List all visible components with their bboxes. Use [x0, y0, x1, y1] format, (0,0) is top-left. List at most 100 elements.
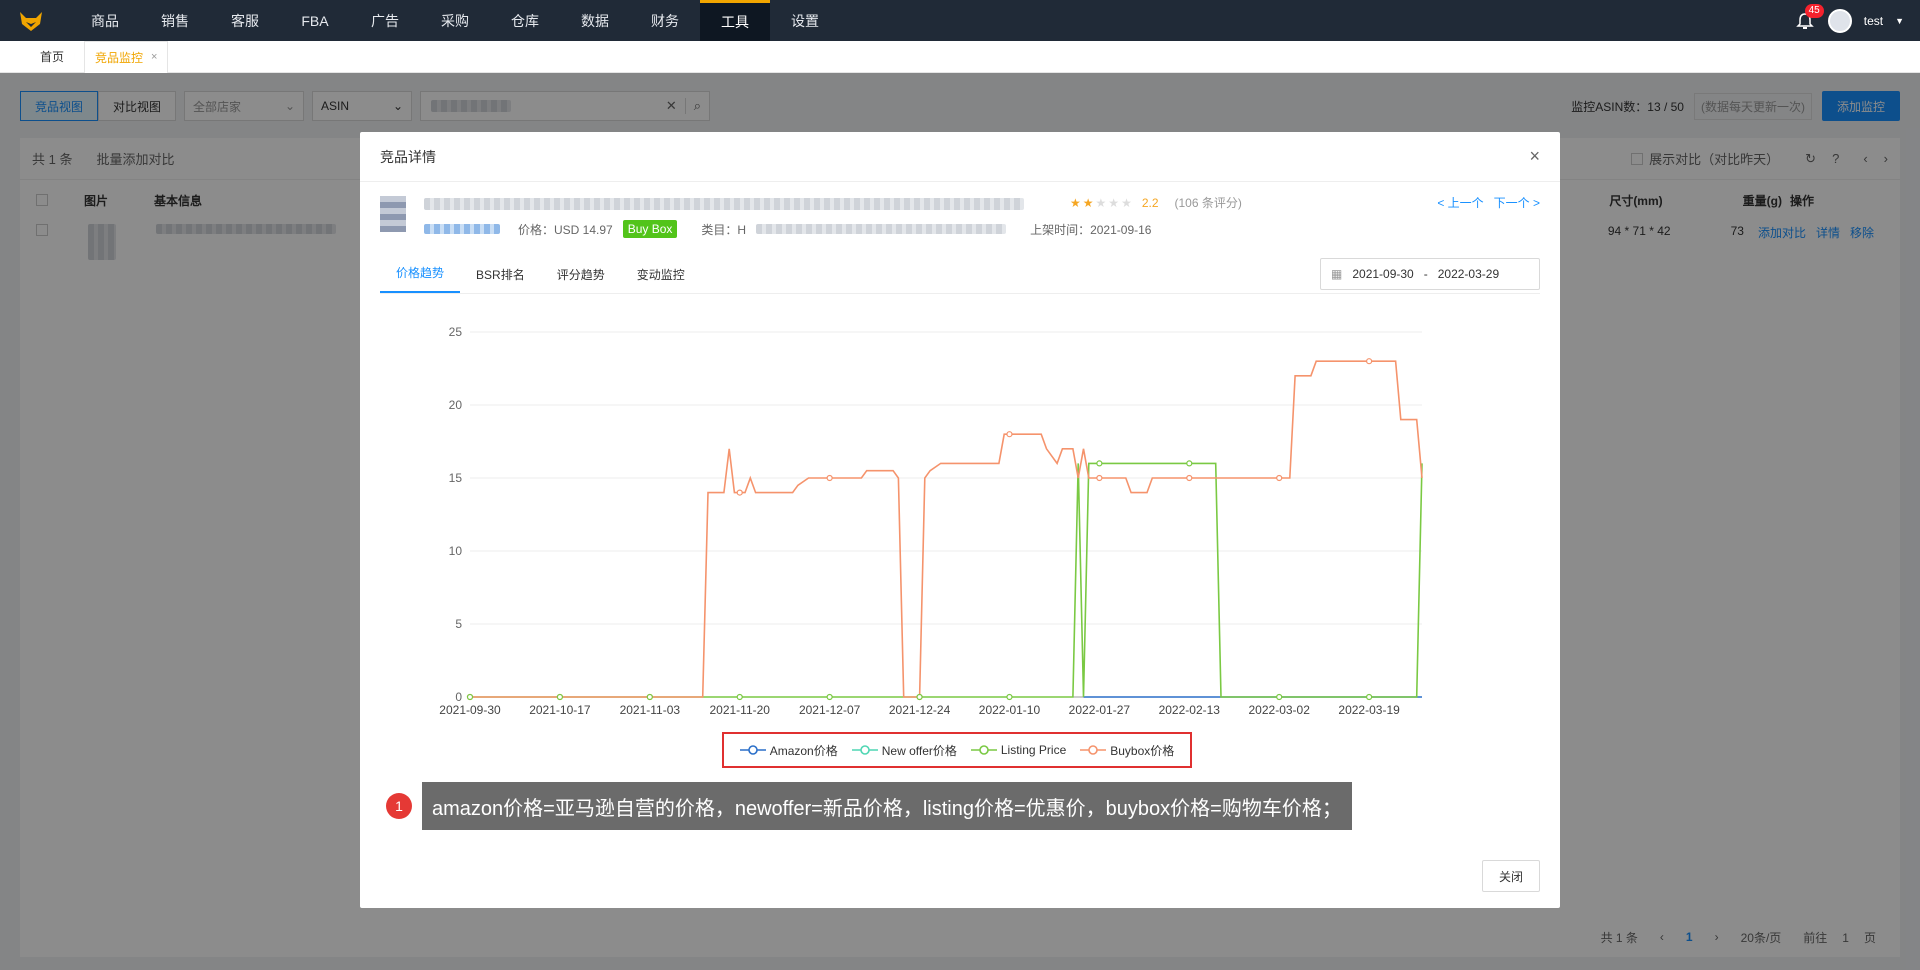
user-name[interactable]: test — [1864, 14, 1883, 28]
legend-item-buybox[interactable]: Buybox价格 — [1080, 742, 1174, 759]
fox-logo-icon[interactable] — [0, 0, 62, 41]
date-range-picker[interactable]: ▦ 2021-09-30 - 2022-03-29 — [1320, 258, 1540, 290]
nav-item-8[interactable]: 财务 — [630, 0, 700, 41]
annotation-number: 1 — [386, 793, 412, 819]
data-point-listing — [556, 693, 564, 701]
x-tick-label: 2022-03-02 — [1249, 703, 1311, 717]
product-thumbnail — [380, 196, 406, 232]
chevron-down-icon[interactable]: ▼ — [1895, 16, 1904, 26]
date-separator: - — [1423, 267, 1428, 281]
tab-bsr-rank[interactable]: BSR排名 — [460, 266, 541, 293]
star-icon: ★ — [1108, 195, 1120, 210]
product-category: 类目：H — [701, 222, 747, 237]
tab-compete-monitor[interactable]: 竞品监控 × — [84, 40, 169, 73]
star-icon: ★ — [1070, 195, 1081, 210]
annotation-callout: 1 amazon价格=亚马逊自营的价格，newoffer=新品价格，listin… — [386, 782, 1352, 830]
x-tick-label: 2022-01-27 — [1069, 703, 1131, 717]
asin-link-blurred[interactable] — [424, 224, 500, 234]
tab-compete-monitor-label: 竞品监控 — [95, 50, 144, 65]
nav-item-0[interactable]: 商品 — [70, 0, 140, 41]
data-point-buybox — [1096, 474, 1103, 482]
legend-marker-icon — [851, 745, 878, 755]
avatar[interactable] — [1827, 8, 1852, 33]
close-icon[interactable]: × — [1529, 146, 1540, 167]
data-point-buybox — [1366, 358, 1373, 365]
legend-item-newoffer[interactable]: New offer价格 — [851, 742, 957, 759]
tab-home[interactable]: 首页 — [30, 45, 74, 69]
y-tick-label: 15 — [449, 471, 463, 485]
nav-item-9[interactable]: 工具 — [700, 0, 770, 41]
data-point-listing — [1366, 693, 1373, 701]
star-icon: ★ — [1121, 195, 1132, 210]
data-point-listing — [1096, 460, 1103, 467]
data-point-buybox — [736, 489, 743, 496]
compete-detail-modal: 竞品详情 × ★ ★ ★ ★ ★ 2.2 (106 条评分) < 上一个 下一个… — [360, 132, 1560, 908]
legend-label: Amazon价格 — [769, 743, 838, 758]
x-tick-label: 2022-02-13 — [1159, 703, 1221, 717]
x-tick-label: 2022-03-19 — [1338, 703, 1400, 717]
legend-marker-icon — [970, 745, 997, 755]
data-point-buybox — [466, 693, 474, 701]
x-tick-label: 2021-11-20 — [709, 703, 770, 717]
nav-item-5[interactable]: 采购 — [420, 0, 490, 41]
rating-value: 2.2 — [1141, 195, 1159, 210]
tab-price-trend[interactable]: 价格趋势 — [380, 264, 461, 293]
buybox-badge: Buy Box — [622, 220, 678, 238]
top-navigation: 商品 销售 客服 FBA 广告 采购 仓库 数据 财务 工具 设置 45 test ▼ — [0, 0, 1920, 41]
nav-item-2[interactable]: 客服 — [210, 0, 280, 41]
nav-item-3[interactable]: FBA — [280, 0, 350, 41]
data-point-buybox — [1186, 474, 1193, 482]
calendar-icon: ▦ — [1331, 267, 1343, 281]
annotation-text: amazon价格=亚马逊自营的价格，newoffer=新品价格，listing价… — [422, 782, 1352, 830]
tab-home-label: 首页 — [40, 50, 65, 64]
prev-product-link[interactable]: < 上一个 — [1437, 194, 1483, 211]
data-point-listing — [916, 693, 923, 701]
product-title-blurred — [424, 198, 1024, 210]
tab-change-monitor[interactable]: 变动监控 — [621, 266, 701, 293]
nav-item-4[interactable]: 广告 — [350, 0, 420, 41]
data-point-listing — [1276, 693, 1283, 701]
x-tick-label: 2021-09-30 — [439, 703, 501, 717]
date-start[interactable]: 2021-09-30 — [1352, 267, 1413, 281]
nav-item-1[interactable]: 销售 — [140, 0, 210, 41]
next-product-link[interactable]: 下一个 > — [1494, 194, 1540, 211]
y-tick-label: 20 — [449, 398, 463, 412]
tab-close-icon[interactable]: × — [151, 51, 157, 63]
data-point-listing — [1186, 460, 1193, 467]
y-tick-label: 25 — [449, 325, 463, 339]
data-point-buybox — [1006, 431, 1013, 438]
date-end[interactable]: 2022-03-29 — [1438, 267, 1499, 281]
data-point-buybox — [556, 693, 564, 701]
x-tick-label: 2021-10-17 — [529, 703, 591, 717]
data-point-buybox — [826, 474, 833, 482]
modal-header: 竞品详情 × — [360, 132, 1560, 182]
legend-item-listing[interactable]: Listing Price — [970, 743, 1067, 757]
legend-label: Listing Price — [1000, 743, 1067, 757]
series-line-listing — [470, 462, 1423, 698]
legend-label: New offer价格 — [881, 743, 957, 758]
close-button[interactable]: 关闭 — [1481, 860, 1540, 892]
notification-badge: 45 — [1804, 3, 1824, 18]
nav-item-7[interactable]: 数据 — [560, 0, 630, 41]
product-price: 价格：USD 14.97 — [518, 222, 613, 237]
x-tick-label: 2021-11-03 — [620, 703, 681, 717]
nav-item-6[interactable]: 仓库 — [490, 0, 560, 41]
data-point-buybox — [646, 693, 653, 701]
y-tick-label: 10 — [449, 544, 463, 558]
modal-title: 竞品详情 — [380, 148, 436, 165]
series-line-buybox — [470, 360, 1423, 698]
review-count: (106 条评分) — [1174, 196, 1242, 210]
bell-icon[interactable]: 45 — [1794, 3, 1824, 32]
star-rating: ★ ★ ★ ★ ★ 2.2 (106 条评分) — [1070, 194, 1242, 211]
listing-date: 上架时间：2021-09-16 — [1030, 222, 1152, 237]
legend-item-amazon[interactable]: Amazon价格 — [739, 742, 838, 759]
data-point-listing — [646, 693, 653, 701]
data-point-listing — [1006, 693, 1013, 701]
legend-marker-icon — [739, 745, 766, 755]
x-tick-label: 2022-01-10 — [979, 703, 1041, 717]
legend-marker-icon — [1080, 745, 1107, 755]
tab-rating-trend[interactable]: 评分趋势 — [541, 266, 621, 293]
legend-label: Buybox价格 — [1110, 743, 1175, 758]
nav-item-10[interactable]: 设置 — [770, 0, 840, 41]
x-tick-label: 2021-12-24 — [889, 703, 951, 717]
